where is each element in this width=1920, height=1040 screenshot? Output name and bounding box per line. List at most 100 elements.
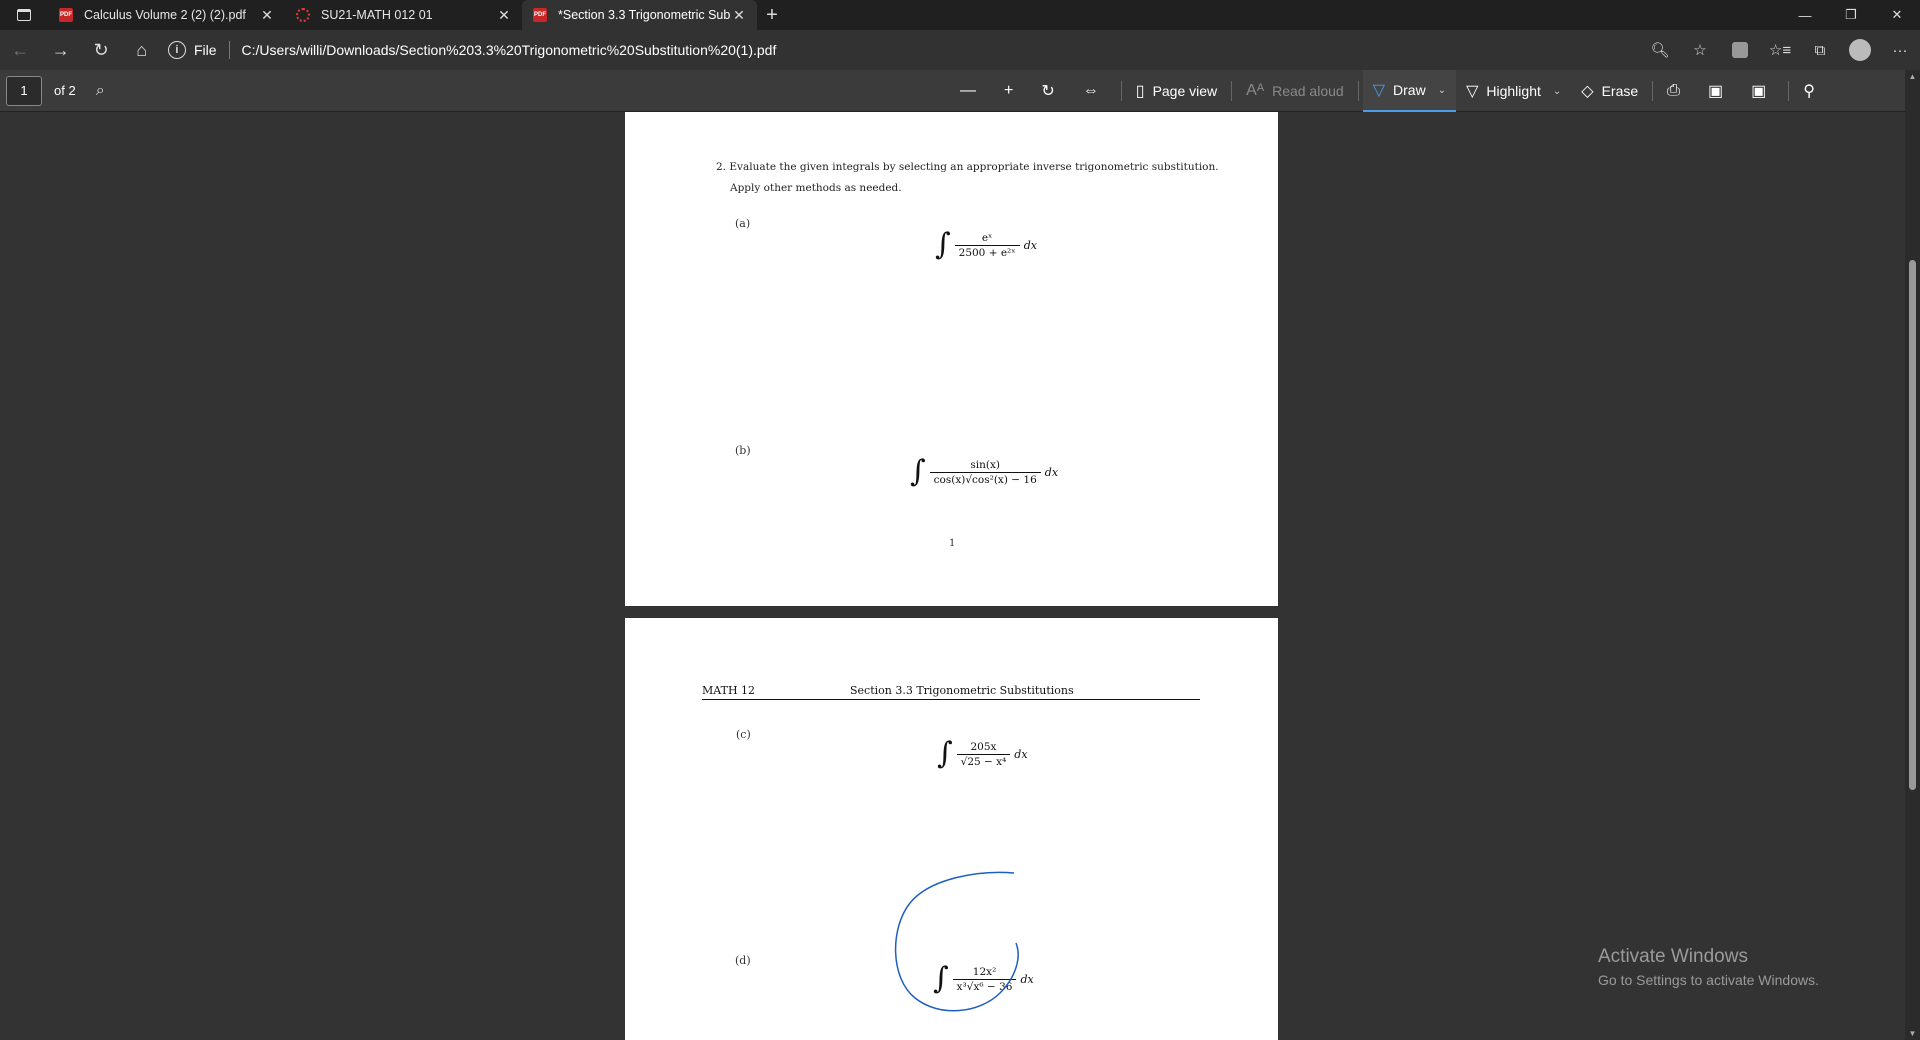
watermark-title: Activate Windows — [1598, 946, 1748, 967]
differential: dx — [1044, 465, 1059, 479]
pdf-icon: PDF — [58, 7, 74, 23]
chevron-down-icon[interactable]: ⌄ — [1553, 86, 1561, 97]
pin-icon: ⚲ — [1803, 83, 1815, 100]
eraser-icon: ◇ — [1581, 83, 1594, 100]
extension-icon[interactable] — [1720, 30, 1760, 70]
draw-button[interactable]: ▽ Draw ⌄ — [1362, 70, 1457, 112]
draw-icon: ▽ — [1372, 82, 1386, 99]
forward-button[interactable]: → — [40, 30, 80, 70]
tab-section-3-3[interactable]: PDF *Section 3.3 Trigonometric Subst ✕ — [522, 0, 757, 30]
url-text: C:/Users/willi/Downloads/Section%203.3%2… — [241, 42, 777, 58]
pin-toolbar-button[interactable]: ⚲ — [1793, 70, 1833, 112]
erase-button[interactable]: ◇ Erase — [1571, 70, 1648, 112]
numerator: eˣ — [981, 231, 993, 244]
integral-c: ∫ 205x √25 − x⁴ dx — [937, 739, 1028, 769]
read-aloud-label: Read aloud — [1272, 83, 1344, 99]
save-as-button[interactable]: ▣ — [1741, 70, 1784, 112]
url-separator — [228, 41, 230, 59]
part-b-label: (b) — [735, 444, 751, 457]
page-number-input[interactable]: 1 — [6, 75, 42, 106]
toolbar-divider — [1357, 81, 1359, 101]
address-bar: ← → ↻ ⌂ i File C:/Users/willi/Downloads/… — [0, 30, 1920, 70]
integral-a: ∫ eˣ 2500 + e²ˣ dx — [935, 230, 1037, 260]
tab-title: Calculus Volume 2 (2) (2).pdf — [84, 8, 246, 22]
pdf-viewer[interactable]: 2. Evaluate the given integrals by selec… — [0, 112, 1905, 1040]
page-total: of 2 — [54, 83, 76, 98]
window-controls: — ❐ ✕ — [1782, 0, 1920, 30]
new-tab-button[interactable]: + — [757, 4, 787, 27]
question-line-1: 2. Evaluate the given integrals by selec… — [716, 161, 1219, 173]
scroll-down-icon[interactable]: ▼ — [1905, 1029, 1920, 1038]
search-icon[interactable]: ⌕ — [96, 82, 105, 100]
plus-icon: + — [1004, 82, 1014, 99]
activate-windows-watermark: Activate Windows Go to Settings to activ… — [1598, 946, 1819, 988]
chevron-down-icon[interactable]: ⌄ — [1438, 85, 1446, 96]
numerator: sin(x) — [970, 458, 1001, 471]
pdf-tools: — + ↻ ⇔ ▯ Page view Aᴬ Read aloud ▽ Draw ⌄ ▽… — [950, 70, 1833, 112]
info-icon[interactable]: i — [167, 41, 186, 59]
scrollbar-thumb[interactable] — [1909, 260, 1916, 790]
add-favorite-icon[interactable]: ☆ — [1680, 30, 1720, 70]
part-d-label: (d) — [735, 954, 751, 967]
print-button[interactable]: ⎙ — [1657, 70, 1698, 112]
highlight-button[interactable]: ▽ Highlight ⌄ — [1456, 70, 1571, 112]
minimize-icon[interactable]: — — [1782, 0, 1828, 30]
rotate-button[interactable]: ↻ — [1031, 70, 1072, 112]
fraction: sin(x) cos(x)√cos²(x) − 16 — [929, 458, 1041, 486]
pdf-page-1: 2. Evaluate the given integrals by selec… — [625, 112, 1278, 606]
refresh-button[interactable]: ↻ — [81, 30, 121, 70]
read-aloud-icon: Aᴬ — [1246, 82, 1265, 99]
close-window-icon[interactable]: ✕ — [1874, 0, 1920, 30]
watermark-subtitle: Go to Settings to activate Windows. — [1598, 972, 1819, 988]
integral-sign: ∫ — [937, 736, 953, 771]
denominator: cos(x)√cos²(x) − 16 — [929, 471, 1041, 486]
read-aloud-button[interactable]: Aᴬ Read aloud — [1236, 70, 1354, 112]
close-icon[interactable]: ✕ — [259, 7, 275, 24]
denominator: √25 − x⁴ — [956, 753, 1011, 768]
toolbar-divider — [1231, 81, 1233, 101]
close-icon[interactable]: ✕ — [496, 7, 512, 24]
page-header-left: MATH 12 — [702, 684, 756, 697]
differential: dx — [1023, 238, 1037, 252]
fraction: eˣ 2500 + e²ˣ — [954, 231, 1020, 259]
save-icon: ▣ — [1707, 83, 1724, 100]
page-view-icon: ▯ — [1135, 83, 1145, 100]
page-view-button[interactable]: ▯ Page view — [1126, 70, 1227, 112]
fit-width-icon: ⇔ — [1082, 82, 1099, 99]
address-bar-actions: 🔍︎ ☆ ☆≡ ⧉ ··· — [1640, 30, 1920, 70]
draw-label: Draw — [1393, 82, 1426, 98]
zoom-out-button[interactable]: — — [950, 70, 994, 112]
pdf-toolbar: 1 of 2 ⌕ — + ↻ ⇔ ▯ Page view Aᴬ Read aloud… — [0, 70, 1920, 112]
tab-su21-math[interactable]: SU21-MATH 012 01 ✕ — [285, 0, 522, 30]
question-line-2: Apply other methods as needed. — [730, 182, 902, 194]
zoom-in-button[interactable]: + — [994, 70, 1031, 112]
differential: dx — [1014, 747, 1028, 761]
collections-icon[interactable]: ⧉ — [1800, 30, 1840, 70]
loading-spinner-icon — [295, 7, 311, 23]
url-field[interactable]: i File C:/Users/willi/Downloads/Section%… — [167, 35, 1640, 65]
profile-avatar[interactable] — [1840, 30, 1880, 70]
fit-to-width-button[interactable]: ⇔ — [1073, 70, 1117, 112]
tab-bar: PDF Calculus Volume 2 (2) (2).pdf ✕ SU21… — [0, 0, 1920, 30]
ink-annotation-circle[interactable] — [890, 868, 1050, 1040]
highlight-label: Highlight — [1486, 83, 1541, 99]
denominator: 2500 + e²ˣ — [954, 244, 1020, 259]
toolbar-divider — [1652, 81, 1654, 101]
scroll-up-icon[interactable]: ▲ — [1905, 72, 1920, 81]
close-icon[interactable]: ✕ — [731, 7, 747, 24]
restore-icon[interactable]: ❐ — [1828, 0, 1874, 30]
save-button[interactable]: ▣ — [1698, 70, 1741, 112]
tab-actions-button[interactable] — [0, 0, 48, 30]
zoom-icon[interactable]: 🔍︎ — [1640, 30, 1680, 70]
more-options-icon[interactable]: ··· — [1880, 30, 1920, 70]
tab-actions-icon — [17, 9, 31, 21]
favorites-icon[interactable]: ☆≡ — [1760, 30, 1800, 70]
numerator: 205x — [970, 740, 997, 753]
home-button[interactable]: ⌂ — [121, 30, 161, 70]
part-c-label: (c) — [736, 728, 751, 741]
back-button[interactable]: ← — [0, 30, 40, 70]
tab-calculus-volume[interactable]: PDF Calculus Volume 2 (2) (2).pdf ✕ — [48, 0, 285, 30]
minus-icon: — — [960, 82, 976, 99]
vertical-scrollbar[interactable]: ▲ ▼ — [1905, 70, 1920, 1040]
integral-b: ∫ sin(x) cos(x)√cos²(x) − 16 dx — [910, 457, 1058, 487]
